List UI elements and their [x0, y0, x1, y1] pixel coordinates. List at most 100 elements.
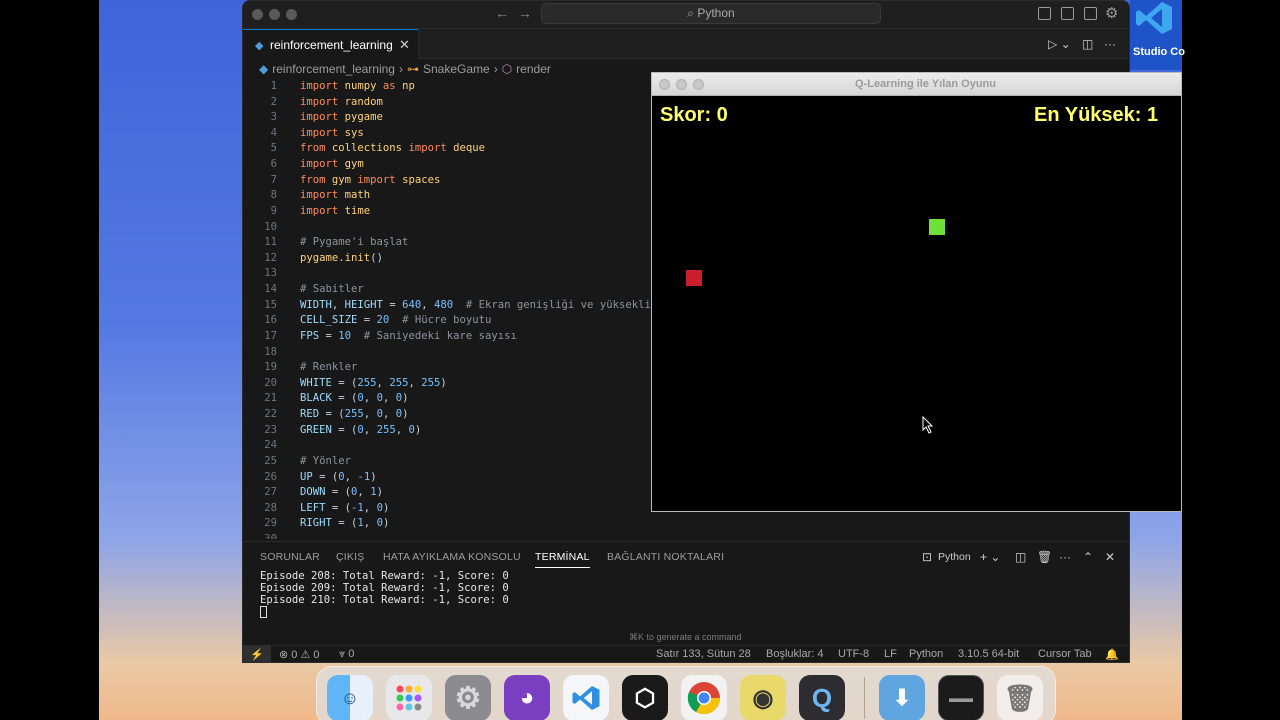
ports-status[interactable]: ⩔ 0 [339, 648, 354, 661]
code-token: pygame [300, 251, 339, 264]
cursor-position[interactable]: Satır 133, Sütun 28 [656, 648, 751, 660]
python-interpreter[interactable]: 3.10.5 64-bit [958, 648, 1019, 660]
status-bar: ⚡ ⊗ 0 ⚠ 0 ⩔ 0 Satır 133, Sütun 28 Boşluk… [243, 645, 1129, 662]
breadcrumb-method[interactable]: render [516, 62, 551, 76]
high-score-label: En Yüksek: 1 [1034, 104, 1159, 126]
cursor-tab-status[interactable]: Cursor Tab [1038, 648, 1092, 660]
run-python-file-button[interactable]: ▷ ⌄ [1048, 37, 1071, 51]
terminal-window-icon[interactable]: ▬▬ [938, 675, 984, 720]
code-token: 255 [344, 408, 364, 421]
trash-terminal-icon[interactable]: 🗑 [1037, 550, 1052, 564]
code-text: FPS = 10 # Saniyedeki kare sayısı [300, 329, 517, 345]
code-token: , [363, 423, 377, 436]
gear-icon[interactable]: ⚙ [1105, 4, 1118, 22]
line-number: 21 [264, 392, 277, 405]
new-terminal-icon[interactable]: + ⌄ [980, 550, 1000, 564]
launchpad-icon[interactable] [386, 675, 432, 720]
code-text: import pygame [300, 110, 383, 126]
back-arrow-icon[interactable]: ← [495, 5, 509, 21]
close-panel-icon[interactable]: ✕ [1105, 550, 1115, 564]
mouse-pointer-icon [922, 416, 934, 434]
tab-debug-console[interactable]: HATA AYIKLAMA KONSOLU [383, 551, 521, 563]
chrome-icon[interactable] [681, 675, 727, 720]
title-bar: ← → ⌕ Python ⚙ [243, 1, 1129, 29]
downloads-folder-icon[interactable]: ⬇ [879, 675, 925, 720]
code-token: 255 [376, 423, 396, 436]
cyberduck-icon[interactable]: ◉ [740, 675, 786, 720]
line-number: 13 [264, 267, 277, 280]
finder-icon[interactable]: ☺ [327, 675, 373, 720]
line-number: 26 [264, 470, 277, 483]
dock: ☺ ⚙ ◕ ⬡ ◉ Q ⬇ ▬▬ 🗑 [316, 666, 1056, 720]
code-token: = ( [331, 517, 358, 530]
github-desktop-icon[interactable]: ◕ [504, 675, 550, 720]
game-zoom-button[interactable] [693, 79, 704, 90]
code-token: = ( [325, 486, 352, 499]
unity-icon[interactable]: ⬡ [622, 675, 668, 720]
code-token: RIGHT [300, 517, 332, 530]
zoom-window-button[interactable] [286, 9, 297, 20]
code-token: 255 [421, 376, 441, 389]
code-line[interactable]: 30 [243, 532, 1129, 539]
code-token: , [382, 392, 396, 405]
code-text: LEFT = (-1, 0) [300, 501, 389, 517]
quicktime-icon[interactable]: Q [799, 675, 845, 720]
line-number: 3 [270, 111, 277, 124]
toggle-panel-icon[interactable] [1061, 7, 1074, 20]
breadcrumb: ◆ reinforcement_learning › ⊶ SnakeGame › ⬡ rend… [259, 62, 555, 78]
game-close-button[interactable] [659, 79, 670, 90]
trash-icon[interactable]: 🗑 [997, 675, 1043, 720]
error-icon: ⊗ [279, 649, 292, 661]
terminal-cursor[interactable] [260, 606, 267, 618]
command-center-label: Python [697, 6, 735, 20]
code-text: # Sabitler [300, 282, 364, 298]
notifications-bell-icon[interactable]: 🔔 [1105, 648, 1119, 661]
remote-indicator-icon[interactable]: ⚡ [243, 646, 271, 662]
broadcast-icon: ⩔ [339, 648, 349, 660]
language-mode[interactable]: Python [909, 648, 943, 660]
chevron-right-icon: › [398, 62, 403, 76]
end-of-line[interactable]: LF [884, 648, 897, 660]
breadcrumb-class[interactable]: SnakeGame [423, 62, 490, 76]
system-settings-icon[interactable]: ⚙ [445, 675, 491, 720]
code-token: gym [331, 173, 352, 186]
toggle-secondary-sidebar-icon[interactable] [1084, 7, 1097, 20]
close-window-button[interactable] [252, 9, 263, 20]
terminal-profile-label[interactable]: Python [938, 551, 971, 563]
code-token: np [402, 80, 415, 92]
tab-output[interactable]: ÇIKIŞ [336, 551, 364, 563]
vscode-desktop-badge[interactable]: Studio Co [1130, 0, 1185, 70]
close-tab-icon[interactable]: ✕ [399, 37, 410, 53]
indentation[interactable]: Boşluklar: 4 [766, 648, 823, 660]
tab-reinforcement-learning[interactable]: ◆ reinforcement_learning ✕ [243, 29, 419, 59]
game-minimize-button[interactable] [676, 79, 687, 90]
code-token: UP [300, 470, 313, 483]
ports-count: 0 [348, 648, 355, 660]
encoding[interactable]: UTF-8 [838, 648, 869, 660]
command-center-search[interactable]: ⌕ Python [541, 3, 881, 24]
more-actions-icon[interactable]: ··· [1104, 37, 1116, 51]
tab-ports[interactable]: BAĞLANTI NOKTALARI [607, 551, 724, 563]
minimize-window-button[interactable] [269, 9, 280, 20]
error-count: 0 [291, 649, 298, 661]
more-icon[interactable]: ··· [1059, 550, 1071, 564]
code-token: time [344, 204, 371, 217]
tab-terminal[interactable]: TERMİNAL [535, 551, 590, 568]
code-token: ) [402, 408, 409, 421]
breadcrumb-file[interactable]: reinforcement_learning [272, 62, 395, 76]
errors-status[interactable]: ⊗ 0 ⚠ 0 [279, 648, 320, 661]
forward-arrow-icon[interactable]: → [518, 5, 532, 21]
split-editor-icon[interactable]: ◫ [1082, 37, 1093, 51]
code-token: 640 [402, 298, 422, 311]
tab-problems[interactable]: SORUNLAR [260, 551, 320, 563]
split-terminal-icon[interactable]: ◫ [1015, 550, 1026, 564]
code-token: FPS [300, 329, 320, 342]
line-number: 14 [264, 283, 277, 296]
line-number: 6 [270, 158, 277, 171]
code-token: , [357, 486, 371, 499]
maximize-panel-icon[interactable]: ⌃ [1083, 550, 1093, 564]
code-token: # Sabitler [300, 283, 364, 296]
code-line[interactable]: 29 RIGHT = (1, 0) [243, 516, 1129, 532]
toggle-sidebar-icon[interactable] [1038, 7, 1051, 20]
vscode-icon[interactable] [563, 675, 609, 720]
